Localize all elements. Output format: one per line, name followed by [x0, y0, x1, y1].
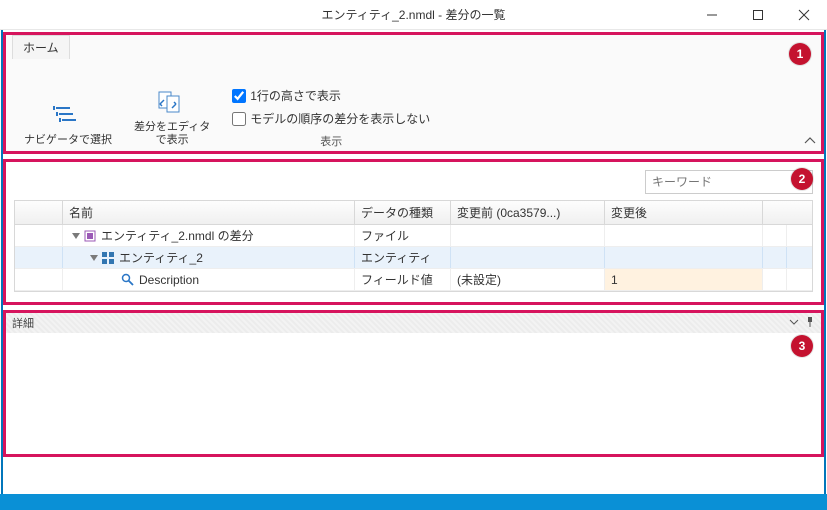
- annotation-badge-3: 3: [791, 335, 813, 357]
- ribbon-collapse-button[interactable]: [805, 135, 815, 149]
- grid-header-handle: [15, 201, 63, 224]
- minimize-button[interactable]: [689, 0, 735, 30]
- row-name: エンティティ_2: [119, 249, 203, 266]
- row-name: エンティティ_2.nmdl の差分: [101, 227, 254, 244]
- ribbon-tab-home[interactable]: ホーム: [12, 35, 70, 59]
- row-after: [605, 247, 763, 268]
- close-button[interactable]: [781, 0, 827, 30]
- grid-header-before[interactable]: 変更前 (0ca3579...): [451, 201, 605, 224]
- search-input[interactable]: [645, 170, 813, 194]
- grid-header-name[interactable]: 名前: [63, 201, 355, 224]
- grid-header-after[interactable]: 変更後: [605, 201, 763, 224]
- show-diff-editor-button[interactable]: 差分をエディタ で表示: [130, 85, 214, 149]
- row-after: 1: [605, 269, 763, 290]
- ribbon-area: 1 ホーム ナビゲータで選択 差分をエディタ で表示: [3, 32, 824, 154]
- row-before: [451, 247, 605, 268]
- maximize-button[interactable]: [735, 0, 781, 30]
- grid-header-type[interactable]: データの種類: [355, 201, 451, 224]
- row-type: フィールド値: [355, 269, 451, 290]
- titlebar: エンティティ_2.nmdl - 差分の一覧: [0, 0, 827, 30]
- diff-editor-icon: [156, 87, 188, 119]
- panel-dropdown-icon[interactable]: [787, 315, 801, 329]
- file-diff-icon: [83, 229, 97, 243]
- row-type: ファイル: [355, 225, 451, 246]
- single-line-height-checkbox[interactable]: 1行の高さで表示: [232, 87, 430, 104]
- field-icon: [121, 273, 135, 287]
- hide-order-diff-input[interactable]: [232, 112, 246, 126]
- row-type: エンティティ: [355, 247, 451, 268]
- chevron-down-icon[interactable]: [72, 233, 80, 239]
- navigator-icon: [52, 100, 84, 132]
- hide-order-diff-label: モデルの順序の差分を表示しない: [250, 110, 430, 127]
- chevron-down-icon[interactable]: [90, 255, 98, 261]
- table-row[interactable]: エンティティ_2.nmdl の差分 ファイル: [15, 225, 812, 247]
- annotation-badge-2: 2: [791, 168, 813, 190]
- window-controls: [689, 0, 827, 30]
- single-line-height-label: 1行の高さで表示: [250, 87, 341, 104]
- entity-icon: [101, 251, 115, 265]
- grid-header-end: [763, 201, 787, 224]
- diff-grid: 名前 データの種類 変更前 (0ca3579...) 変更後 エンティティ_2.…: [14, 200, 813, 292]
- pin-icon[interactable]: [803, 315, 817, 329]
- ribbon-group-view-title: 表示: [320, 133, 342, 149]
- detail-panel-title: 詳細: [12, 315, 34, 331]
- ribbon-tabstrip: ホーム: [6, 35, 821, 59]
- table-row[interactable]: エンティティ_2 エンティティ: [15, 247, 812, 269]
- row-name: Description: [139, 273, 199, 287]
- row-before: (未設定): [451, 269, 605, 290]
- navigator-select-label: ナビゲータで選択: [24, 134, 112, 147]
- detail-panel-header[interactable]: 詳細: [6, 313, 821, 333]
- row-after: [605, 225, 763, 246]
- table-row[interactable]: Description フィールド値 (未設定) 1: [15, 269, 812, 291]
- detail-panel: 詳細 3: [3, 310, 824, 457]
- single-line-height-input[interactable]: [232, 89, 246, 103]
- diff-list-panel: 2 名前 データの種類 変更前 (0ca3579...) 変更後 エンティティ_…: [3, 159, 824, 305]
- show-diff-editor-label: 差分をエディタ で表示: [134, 121, 210, 147]
- status-bar: [0, 494, 827, 510]
- window-title: エンティティ_2.nmdl - 差分の一覧: [322, 6, 506, 23]
- annotation-badge-1: 1: [789, 43, 811, 65]
- navigator-select-button[interactable]: ナビゲータで選択: [20, 98, 116, 149]
- hide-order-diff-checkbox[interactable]: モデルの順序の差分を表示しない: [232, 110, 430, 127]
- row-before: [451, 225, 605, 246]
- grid-header: 名前 データの種類 変更前 (0ca3579...) 変更後: [15, 201, 812, 225]
